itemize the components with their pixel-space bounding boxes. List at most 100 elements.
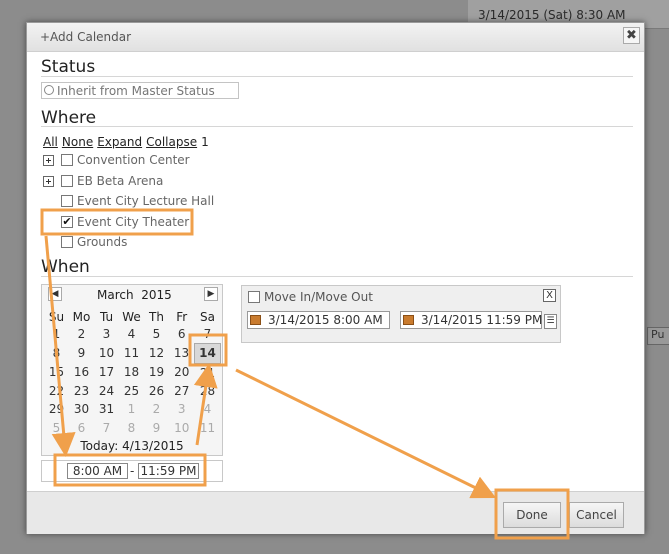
where-divider — [41, 126, 633, 127]
dialog-titlebar: +Add Calendar ✖ — [27, 23, 644, 52]
calendar-day[interactable]: 8 — [44, 344, 69, 363]
time-range: 8:00 AM - 11:59 PM — [41, 460, 223, 482]
status-divider — [41, 76, 633, 77]
inherit-status-option[interactable]: Inherit from Master Status — [41, 82, 239, 99]
calendar-day[interactable]: 8 — [119, 418, 144, 436]
select-all-link[interactable]: All — [43, 135, 58, 149]
location-checkbox[interactable] — [61, 236, 73, 248]
calendar-day[interactable]: 28 — [195, 382, 221, 400]
calendar-day[interactable]: 31 — [94, 400, 119, 418]
calendar-icon[interactable] — [250, 315, 261, 325]
location-checkbox[interactable] — [61, 175, 73, 187]
calendar-day[interactable]: 9 — [144, 418, 169, 436]
location-checkbox[interactable] — [61, 154, 73, 166]
next-month-icon[interactable]: ▶ — [204, 287, 218, 301]
weekday-header: Th — [149, 310, 164, 324]
date-picker-calendar: ◀ March 2015 ▶ Su Mo Tu We Th Fr Sa 1234567891… — [41, 284, 223, 456]
location-checkbox[interactable] — [61, 195, 73, 207]
weekday-header: Sa — [200, 310, 215, 324]
calendar-day[interactable]: 10 — [169, 418, 195, 436]
calendar-day[interactable]: 10 — [94, 344, 119, 363]
weekday-header: Fr — [176, 310, 188, 324]
calendar-grid: Su Mo Tu We Th Fr Sa 1 2 3 4 5 6 7 8 9 10 11 12 13 14 15 16 17… — [44, 309, 221, 437]
start-time-input[interactable]: 8:00 AM — [67, 463, 128, 479]
close-icon[interactable]: X — [543, 289, 556, 302]
background-side-button: Pu — [647, 327, 669, 345]
expand-link[interactable]: Expand — [97, 135, 142, 149]
calendar-day[interactable]: 5 — [144, 325, 169, 344]
where-select-links: All None Expand Collapse 1 — [43, 135, 213, 149]
calendar-day[interactable]: 1 — [44, 325, 69, 344]
end-time-input[interactable]: 11:59 PM — [138, 463, 199, 479]
calendar-day[interactable]: 22 — [44, 382, 69, 400]
expand-plus-icon[interactable] — [43, 176, 54, 187]
calendar-month: March — [97, 288, 134, 302]
when-divider — [41, 276, 633, 277]
calendar-day[interactable]: 20 — [169, 363, 195, 382]
calendar-day[interactable]: 5 — [44, 418, 69, 436]
calendar-header: ◀ March 2015 ▶ — [42, 285, 222, 305]
calendar-day[interactable]: 11 — [195, 418, 221, 436]
cancel-button[interactable]: Cancel — [569, 502, 624, 528]
calendar-day[interactable]: 26 — [144, 382, 169, 400]
calendar-day[interactable]: 4 — [195, 400, 221, 418]
location-label: Convention Center — [77, 153, 190, 167]
calendar-day[interactable]: 21 — [195, 363, 221, 382]
calendar-week-row: 29 30 31 1 2 3 4 — [44, 400, 221, 418]
calendar-day[interactable]: 7 — [195, 325, 221, 344]
calendar-day[interactable]: 4 — [119, 325, 144, 344]
calendar-day[interactable]: 27 — [169, 382, 195, 400]
location-label: Event City Theater — [77, 215, 190, 229]
time-separator: - — [130, 464, 135, 478]
calendar-day[interactable]: 30 — [69, 400, 94, 418]
location-label: EB Beta Arena — [77, 174, 164, 188]
calendar-day[interactable]: 29 — [44, 400, 69, 418]
calendar-day[interactable]: 2 — [69, 325, 94, 344]
calendar-day[interactable]: 18 — [119, 363, 144, 382]
done-button[interactable]: Done — [503, 502, 561, 528]
calendar-day[interactable]: 11 — [119, 344, 144, 363]
calendar-day[interactable]: 15 — [44, 363, 69, 382]
calendar-day[interactable]: 12 — [144, 344, 169, 363]
collapse-link[interactable]: Collapse — [146, 135, 197, 149]
calendar-day[interactable]: 23 — [69, 382, 94, 400]
calendar-day[interactable]: 13 — [169, 344, 195, 363]
calendar-day[interactable]: 14 — [194, 343, 221, 364]
expand-plus-icon[interactable] — [43, 155, 54, 166]
calendar-year: 2015 — [141, 288, 172, 302]
calendar-month-year: March 2015 — [97, 288, 172, 302]
inherit-status-radio[interactable] — [44, 85, 54, 95]
move-in-out-checkbox[interactable] — [248, 291, 260, 303]
calendar-day[interactable]: 3 — [169, 400, 195, 418]
calendar-week-row: 5 6 7 8 9 10 11 — [44, 418, 221, 436]
calendar-day[interactable]: 6 — [169, 325, 195, 344]
move-in-out-label: Move In/Move Out — [264, 290, 373, 304]
weekday-header: Tu — [99, 310, 114, 324]
calendar-day[interactable]: 24 — [94, 382, 119, 400]
close-icon[interactable]: ✖ — [623, 27, 640, 44]
today-label[interactable]: Today: 4/13/2015 — [42, 439, 222, 453]
move-end-datetime[interactable]: 3/14/2015 11:59 PM — [400, 311, 542, 329]
move-end-text: 3/14/2015 11:59 PM — [421, 313, 543, 327]
calendar-day[interactable]: 3 — [94, 325, 119, 344]
calendar-day[interactable]: 16 — [69, 363, 94, 382]
select-none-link[interactable]: None — [62, 135, 93, 149]
calendar-icon[interactable] — [403, 315, 414, 325]
calendar-day[interactable]: 2 — [144, 400, 169, 418]
status-heading: Status — [41, 57, 96, 77]
calendar-day[interactable]: 6 — [69, 418, 94, 436]
list-icon[interactable]: ☰ — [544, 314, 557, 329]
selected-count: 1 — [201, 135, 209, 149]
calendar-day[interactable]: 19 — [144, 363, 169, 382]
prev-month-icon[interactable]: ◀ — [48, 287, 62, 301]
calendar-day[interactable]: 25 — [119, 382, 144, 400]
calendar-day[interactable]: 7 — [94, 418, 119, 436]
weekday-header: Su — [48, 310, 65, 324]
calendar-day[interactable]: 9 — [69, 344, 94, 363]
weekday-header: We — [122, 310, 141, 324]
move-start-text: 3/14/2015 8:00 AM — [268, 313, 383, 327]
move-start-datetime[interactable]: 3/14/2015 8:00 AM — [247, 311, 390, 329]
calendar-day[interactable]: 17 — [94, 363, 119, 382]
calendar-day[interactable]: 1 — [119, 400, 144, 418]
location-checkbox-checked[interactable]: ✔ — [61, 216, 73, 228]
